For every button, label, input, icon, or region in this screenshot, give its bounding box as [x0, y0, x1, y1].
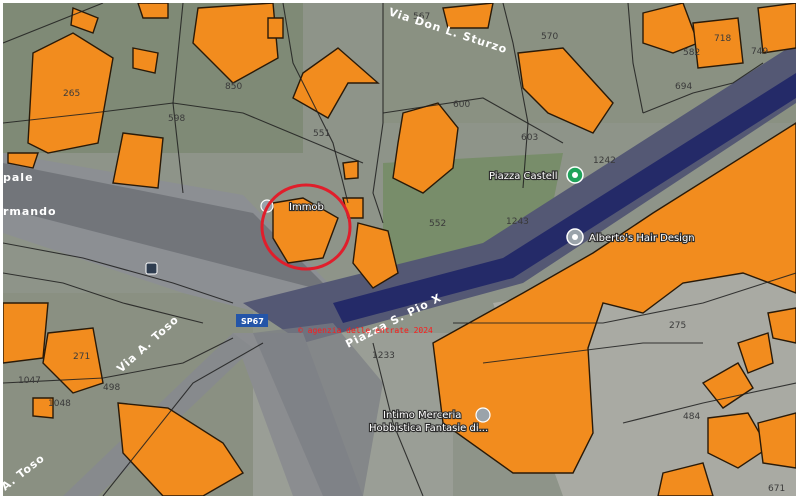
svg-text:Hobbistica Fantasie di...: Hobbistica Fantasie di...: [369, 423, 488, 434]
parcel-number: 271: [73, 352, 90, 362]
parcel-number: 1047: [18, 376, 41, 386]
parcel-number: 552: [429, 219, 446, 229]
parcel-number: 498: [103, 383, 120, 393]
parcel-number: 1242: [593, 156, 616, 166]
parcel-number: 570: [541, 32, 558, 42]
parcel-number: 603: [521, 133, 538, 143]
parcel-number: 600: [453, 100, 470, 110]
parcel-number: 265: [63, 89, 80, 99]
map-canvas[interactable]: 567 570 582 718 749 265 850 598 551 600 …: [3, 3, 796, 496]
parcel-number: 598: [168, 114, 185, 124]
parcel-number: 671: [768, 484, 785, 494]
street-label-mando: rmando: [3, 205, 57, 218]
parcel-number: 484: [683, 412, 700, 422]
map-pin-icon: [475, 407, 491, 423]
map-credit: © agenzia delle entrate 2024: [298, 326, 433, 335]
parcel-number: 1048: [48, 399, 71, 409]
bus-stop-icon[interactable]: [145, 262, 158, 275]
parcel-number: 850: [225, 82, 242, 92]
parcel-number: 718: [714, 34, 731, 44]
parcel-number: 1233: [372, 351, 395, 361]
svg-text:Immob: Immob: [289, 202, 324, 213]
parcel-number: 1243: [506, 217, 529, 227]
parcel-number: 551: [313, 129, 330, 139]
parcel-number: 582: [683, 48, 700, 58]
parcel-number: 694: [675, 82, 692, 92]
svg-text:Piazza Castell: Piazza Castell: [489, 171, 557, 182]
svg-text:Alberto's Hair Design: Alberto's Hair Design: [589, 233, 695, 244]
svg-text:Intimo Merceria: Intimo Merceria: [383, 410, 461, 421]
parcel-number: 749: [751, 47, 768, 57]
parcel-number: 275: [669, 321, 686, 331]
street-label-pale: pale: [3, 171, 34, 184]
svg-text:SP67: SP67: [241, 317, 264, 326]
road-badge-sp67: SP67: [236, 314, 268, 327]
cadastral-map[interactable]: 567 570 582 718 749 265 850 598 551 600 …: [3, 3, 796, 496]
